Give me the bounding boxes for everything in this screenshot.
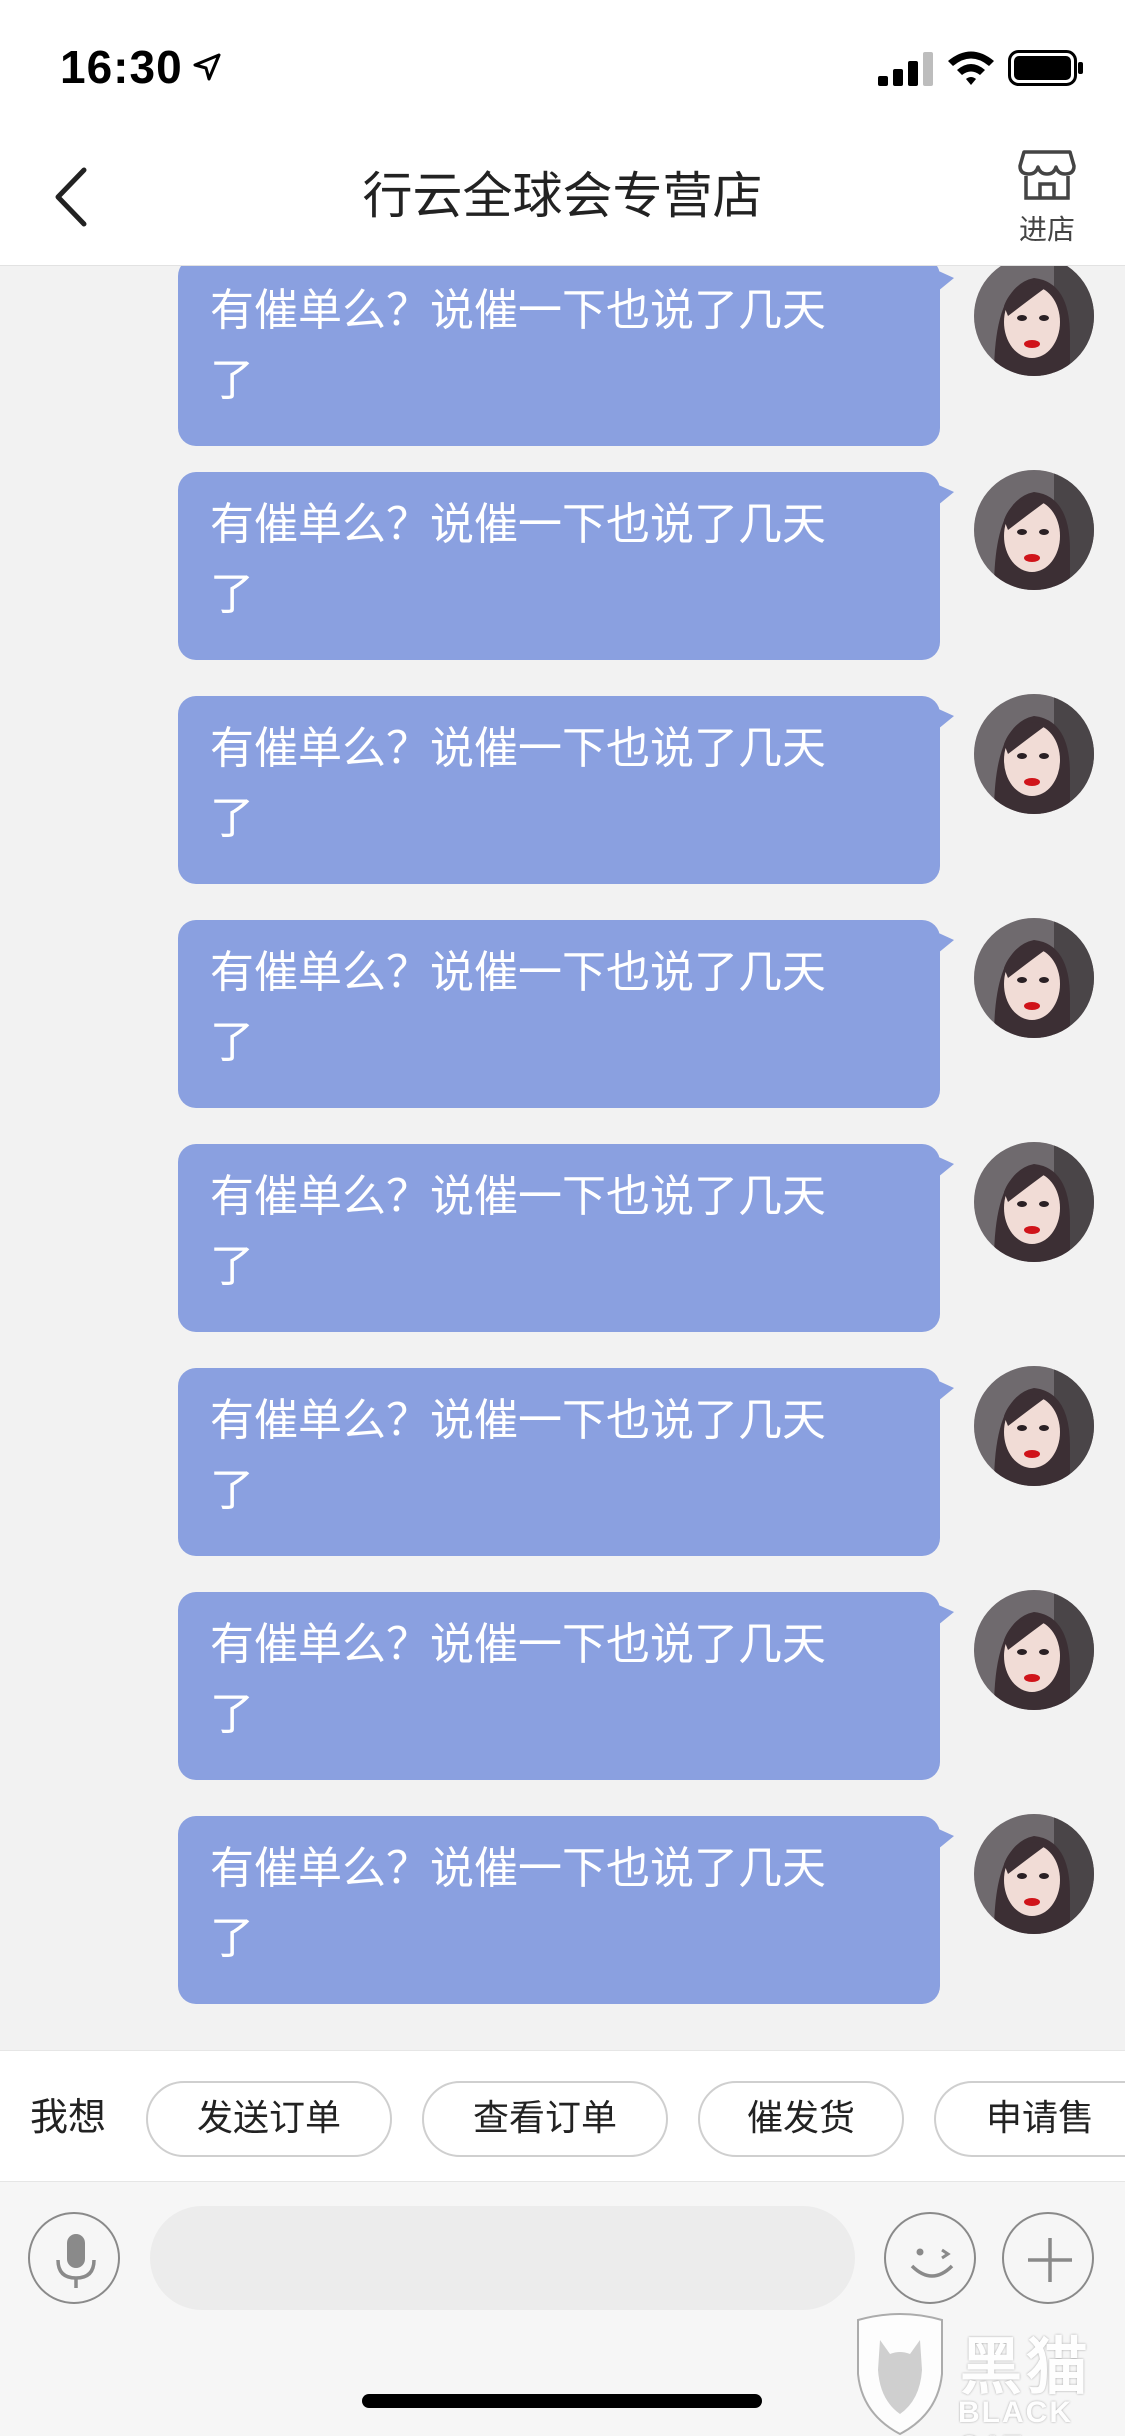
message-text-line: 有催单么？说催一下也说了几天 [210, 1171, 826, 1222]
message-bubble[interactable]: 有催单么？说催一下也说了几天 了 [178, 1368, 954, 1556]
message-item: 有催单么？说催一下也说了几天 了 [0, 470, 1125, 672]
black-cat-watermark: 黑猫 BLACK CAT [850, 2310, 1125, 2436]
message-bubble[interactable]: 有催单么？说催一下也说了几天 了 [178, 472, 954, 660]
message-text-line: 了 [210, 1689, 254, 1740]
more-button[interactable] [1002, 2212, 1094, 2304]
message-text-line: 有催单么？说催一下也说了几天 [210, 1395, 826, 1446]
message-text-line: 了 [210, 1241, 254, 1292]
message-item: 有催单么？说催一下也说了几天 了 [0, 1366, 1125, 1568]
quick-action-label: 我想 [30, 2095, 107, 2139]
message-text-line: 了 [210, 793, 254, 844]
message-text-line: 了 [210, 1913, 254, 1964]
avatar-photo [974, 694, 1094, 814]
user-avatar[interactable] [974, 694, 1094, 814]
message-text-line: 有催单么？说催一下也说了几天 [210, 947, 826, 998]
cat-shield-logo-icon [857, 2313, 943, 2436]
message-input[interactable] [150, 2206, 855, 2310]
user-avatar[interactable] [974, 918, 1094, 1038]
message-item: 有催单么？说催一下也说了几天 了 [0, 694, 1125, 896]
message-bubble[interactable]: 有催单么？说催一下也说了几天 了 [178, 696, 954, 884]
message-text-line: 有催单么？说催一下也说了几天 [210, 499, 826, 550]
watermark-text-en: BLACK CAT [958, 2396, 1073, 2436]
avatar-photo [974, 918, 1094, 1038]
view-order-chip[interactable]: 查看订单 [422, 2081, 668, 2157]
message-text-line: 了 [210, 355, 254, 406]
user-avatar[interactable] [974, 266, 1094, 376]
message-item: 有催单么？说催一下也说了几天 了 [0, 1590, 1125, 1792]
message-item: 有催单么？说催一下也说了几天 了 [0, 918, 1125, 1120]
message-text-line: 了 [210, 569, 254, 620]
user-avatar[interactable] [974, 470, 1094, 590]
message-text-line: 了 [210, 1017, 254, 1068]
user-avatar[interactable] [974, 1814, 1094, 1934]
message-item: 有催单么？说催一下也说了几天 了 [0, 1814, 1125, 2016]
message-item: 有催单么？说催一下也说了几天 了 [0, 1142, 1125, 1344]
message-bubble[interactable]: 有催单么？说催一下也说了几天 了 [178, 920, 954, 1108]
avatar-photo [974, 1366, 1094, 1486]
battery-icon [1008, 50, 1083, 86]
avatar-photo [974, 470, 1094, 590]
message-bubble[interactable]: 有催单么？说催一下也说了几天 了 [178, 1816, 954, 2004]
enter-store-button[interactable]: 进店 [1010, 144, 1084, 254]
chat-message-list[interactable]: 有催单么？说催一下也说了几天 了 有催单么？说催一下也说了几天 了 有催单么？说… [0, 266, 1125, 2050]
chat-header: 行云全球会专营店 进店 [0, 132, 1125, 266]
status-time: 16:30 [60, 41, 183, 93]
quick-action-bar: 我想 发送订单 查看订单 催发货 申请售 [0, 2050, 1125, 2182]
after-sales-chip[interactable]: 申请售 [934, 2081, 1125, 2157]
emoji-button[interactable] [884, 2212, 976, 2304]
send-order-chip[interactable]: 发送订单 [146, 2081, 392, 2157]
shop-title: 行云全球会专营店 [362, 167, 763, 225]
cellular-signal-icon [878, 52, 933, 86]
message-text-line: 有催单么？说催一下也说了几天 [210, 723, 826, 774]
message-bubble[interactable]: 有催单么？说催一下也说了几天 了 [178, 1592, 954, 1780]
user-avatar[interactable] [974, 1590, 1094, 1710]
message-text-line: 有催单么？说催一下也说了几天 [210, 1843, 826, 1894]
home-indicator[interactable] [362, 2394, 762, 2408]
watermark-text-cn: 黑猫 [960, 2330, 1093, 2403]
message-bubble[interactable]: 有催单么？说催一下也说了几天 了 [178, 1144, 954, 1332]
storefront-icon [1018, 150, 1076, 200]
wifi-icon [948, 51, 994, 85]
smiley-icon [910, 2248, 954, 2278]
avatar-photo [974, 266, 1094, 376]
avatar-photo [974, 1814, 1094, 1934]
microphone-icon [56, 2234, 96, 2288]
plus-icon [1028, 2238, 1072, 2282]
status-bar: 16:30 [0, 0, 1125, 132]
location-arrow-icon [193, 53, 221, 81]
user-avatar[interactable] [974, 1142, 1094, 1262]
avatar-photo [974, 1142, 1094, 1262]
message-text-line: 有催单么？说催一下也说了几天 [210, 285, 826, 336]
enter-store-label: 进店 [1018, 213, 1075, 246]
message-text-line: 有催单么？说催一下也说了几天 [210, 1619, 826, 1670]
avatar-photo [974, 1590, 1094, 1710]
user-avatar[interactable] [974, 1366, 1094, 1486]
message-text-line: 了 [210, 1465, 254, 1516]
urge-shipping-chip[interactable]: 催发货 [698, 2081, 904, 2157]
message-item: 有催单么？说催一下也说了几天 了 [0, 266, 1125, 458]
message-bubble[interactable]: 有催单么？说催一下也说了几天 了 [178, 266, 954, 446]
voice-button[interactable] [28, 2212, 120, 2304]
